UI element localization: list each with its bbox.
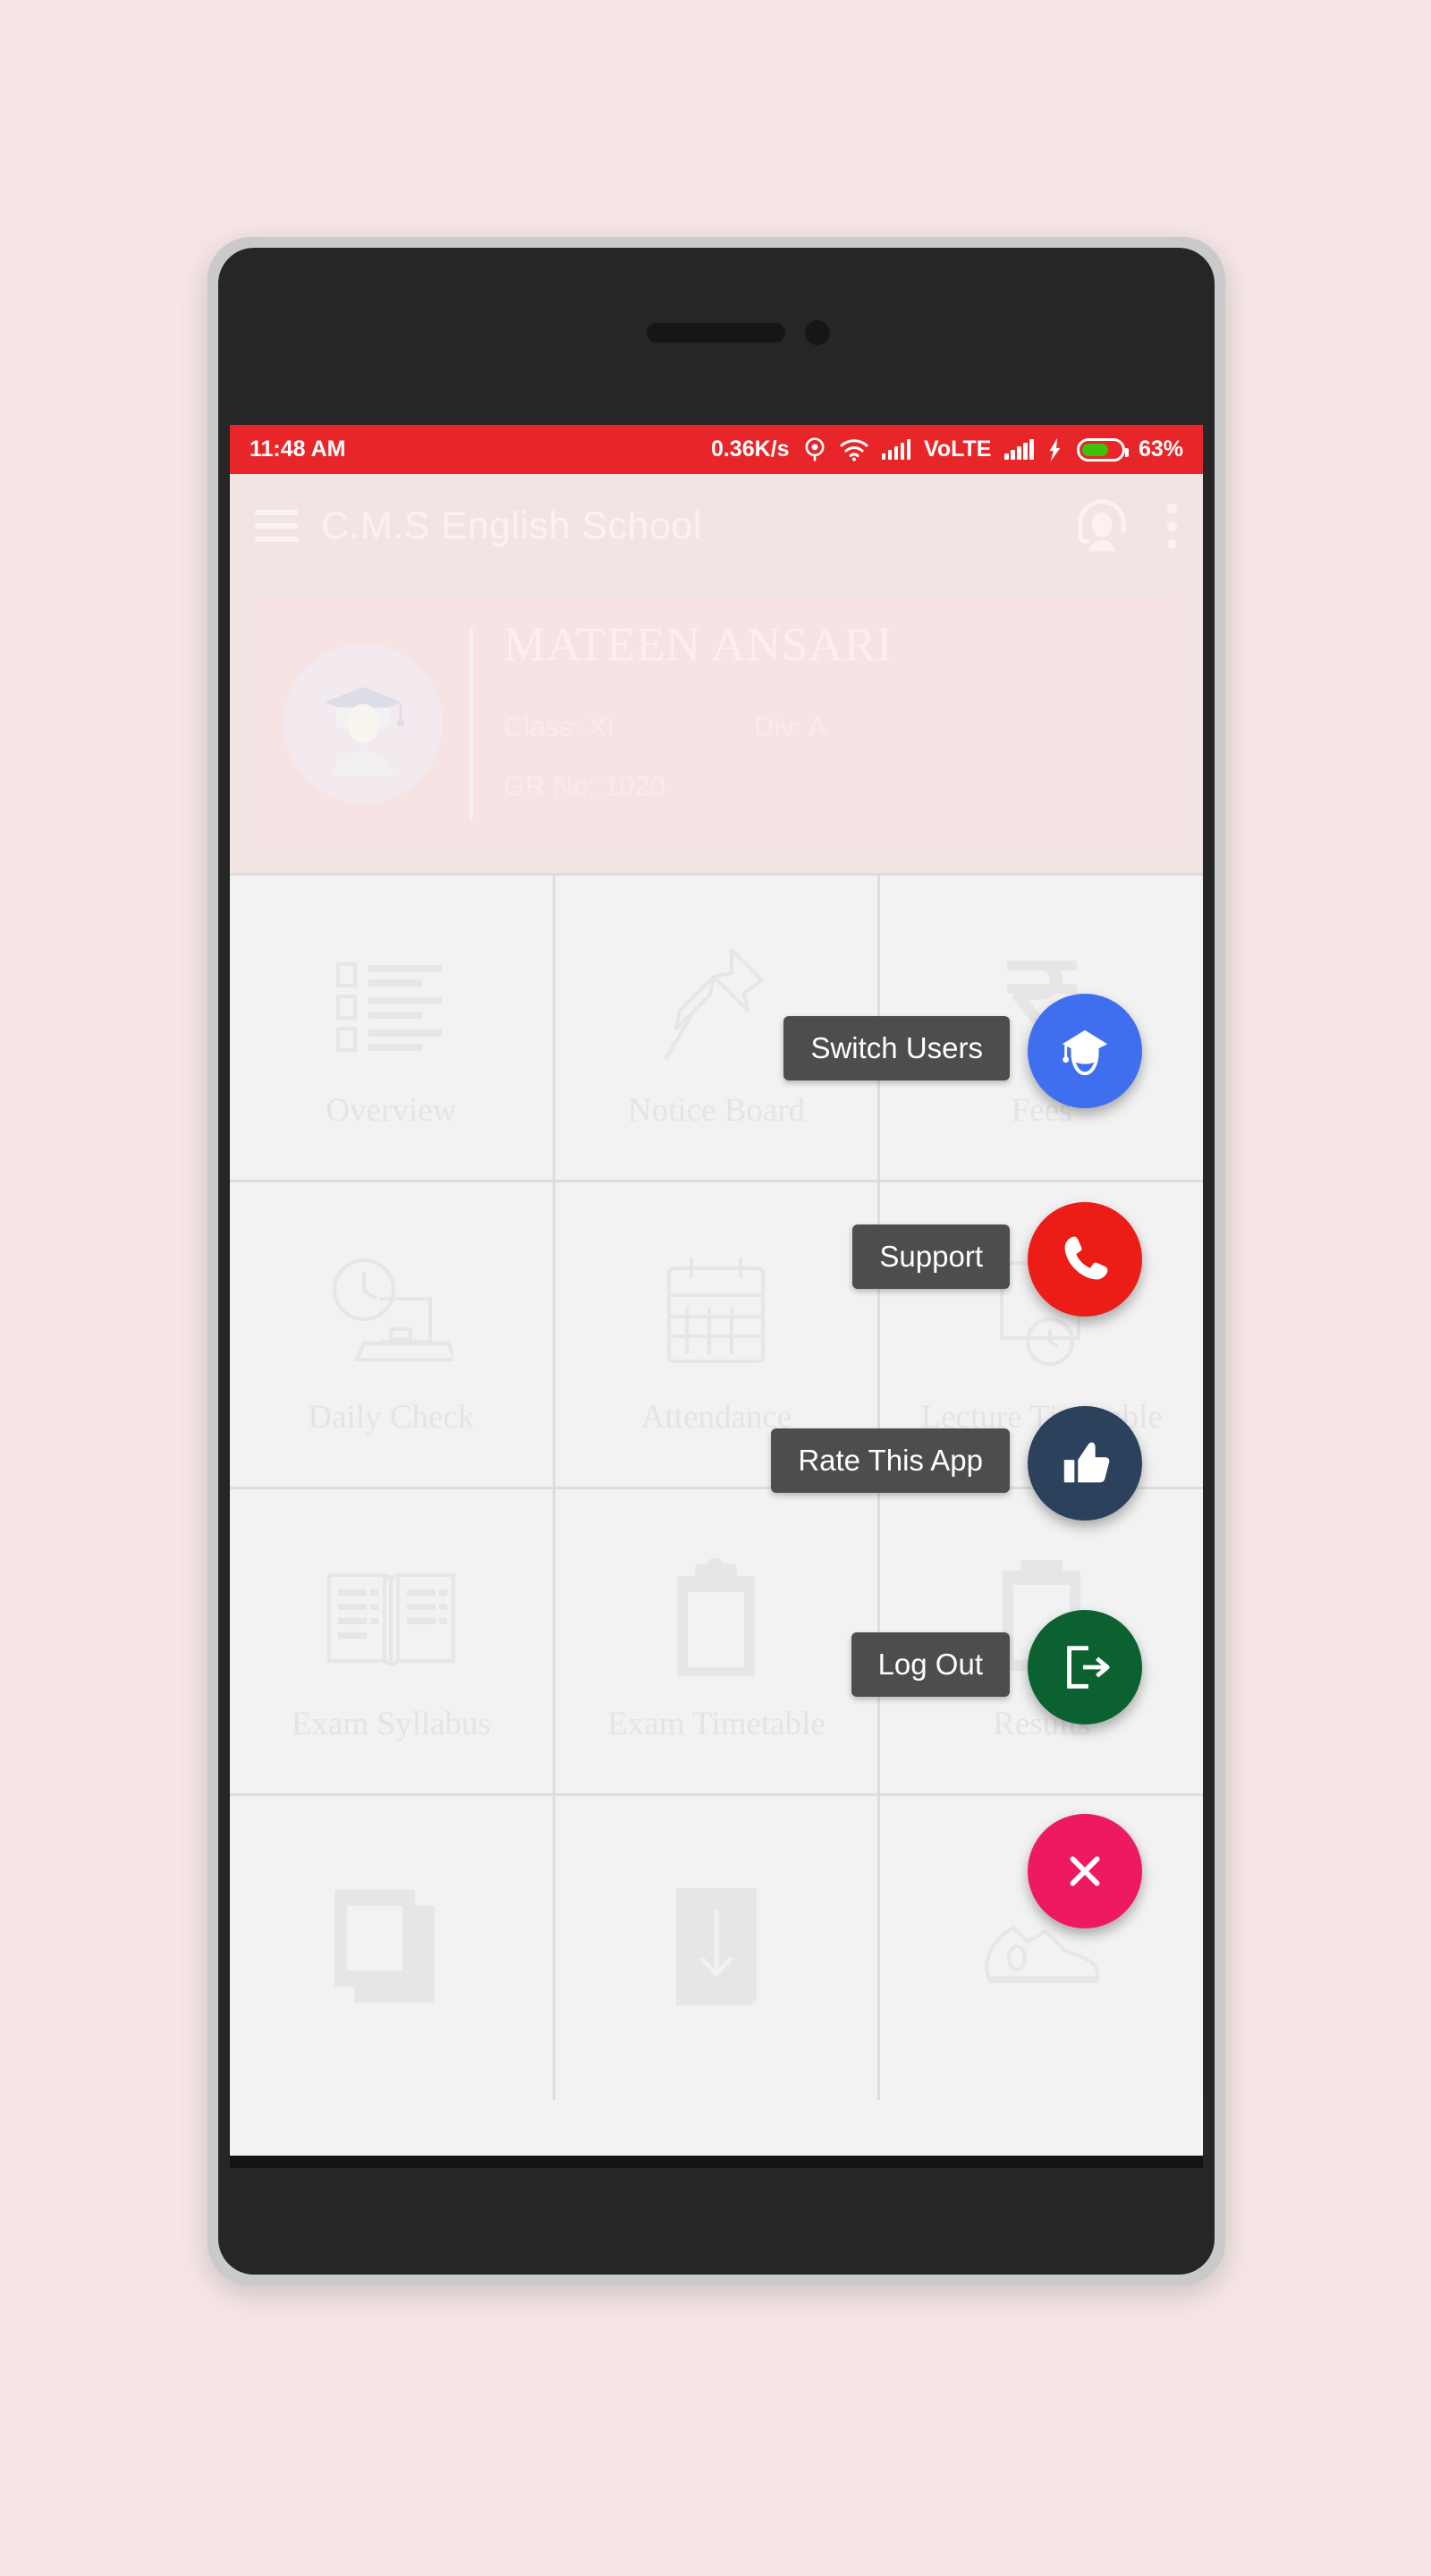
status-bar: 11:48 AM 0.36K/s VoLTE 63% <box>230 425 1203 474</box>
tile-label: Attendance <box>640 1398 792 1436</box>
fab-switch-users[interactable] <box>1028 994 1142 1108</box>
network-speed-label: 0.36K/s <box>710 436 790 462</box>
battery-percent-label: 63% <box>1138 436 1183 462</box>
logout-icon <box>1067 1646 1110 1689</box>
card-divider <box>470 628 473 819</box>
fab-support[interactable] <box>1028 1202 1142 1317</box>
support-agent-icon[interactable] <box>1069 493 1135 559</box>
student-class-label: Class: XI <box>504 711 615 742</box>
fab-close-speed-dial[interactable] <box>1028 1814 1142 1928</box>
tile-overview[interactable]: Overview <box>230 876 553 1180</box>
close-x-icon <box>1070 1856 1100 1886</box>
graduate-avatar-icon <box>284 644 443 803</box>
student-grno-label: GR No: 1020 <box>504 770 665 801</box>
tile-label: Exam Syllabus <box>291 1705 491 1742</box>
volte-label: VoLTE <box>924 436 992 462</box>
fab-label-log-out[interactable]: Log Out <box>851 1632 1010 1697</box>
front-camera-icon <box>805 320 830 345</box>
tile-gallery[interactable] <box>230 1796 553 2100</box>
location-icon <box>803 436 826 462</box>
list-overview-icon <box>239 926 544 1085</box>
student-card[interactable]: MATEEN ANSARI Class: XI Div: A GR No: 10… <box>253 597 1180 850</box>
calendar-icon <box>564 1233 869 1392</box>
app-bar: C.M.S English School <box>230 474 1203 578</box>
tile-downloads[interactable] <box>555 1796 878 2100</box>
tile-exam-timetable[interactable]: Exam Timetable <box>555 1489 878 1793</box>
app-title: C.M.S English School <box>321 504 702 547</box>
student-div-label: Div: A <box>754 711 826 742</box>
student-card-container: MATEEN ANSARI Class: XI Div: A GR No: 10… <box>230 578 1203 873</box>
hamburger-menu-icon[interactable] <box>255 502 298 550</box>
clipboard-icon <box>564 1539 869 1699</box>
navigation-strip <box>230 2156 1203 2168</box>
charging-bolt-icon <box>1047 437 1063 462</box>
gallery-photos-icon <box>239 1865 544 2024</box>
tile-exam-syllabus[interactable]: Exam Syllabus <box>230 1489 553 1793</box>
clock-laptop-icon <box>239 1233 544 1392</box>
student-name: MATEEN ANSARI <box>504 619 893 671</box>
tile-label: Overview <box>326 1091 457 1129</box>
thumbs-up-icon <box>1063 1442 1110 1483</box>
graduation-cap-icon <box>1062 1030 1108 1076</box>
status-bar-time: 11:48 AM <box>250 436 346 462</box>
tile-daily-check[interactable]: Daily Check <box>230 1182 553 1487</box>
phone-screen: 11:48 AM 0.36K/s VoLTE 63% C.M.S English… <box>230 425 1203 2156</box>
earpiece-speaker-icon <box>647 323 785 343</box>
tile-label: Notice Board <box>627 1091 806 1129</box>
open-book-icon <box>239 1539 544 1699</box>
tile-label: Exam Timetable <box>607 1705 826 1742</box>
fab-label-support[interactable]: Support <box>852 1224 1010 1289</box>
fab-label-switch-users[interactable]: Switch Users <box>783 1016 1010 1080</box>
signal-bars-icon <box>881 438 910 460</box>
fab-log-out[interactable] <box>1028 1610 1142 1724</box>
signal-bars-icon-secondary <box>1004 438 1034 460</box>
wifi-icon <box>840 438 868 462</box>
battery-icon <box>1076 437 1129 462</box>
phone-icon <box>1064 1236 1108 1280</box>
tile-label: Daily Check <box>308 1398 475 1436</box>
fab-rate-this-app[interactable] <box>1028 1406 1142 1521</box>
download-arrow-icon <box>564 1865 869 2024</box>
fab-label-rate-this-app[interactable]: Rate This App <box>771 1428 1010 1493</box>
overflow-menu-icon[interactable] <box>1167 496 1178 557</box>
